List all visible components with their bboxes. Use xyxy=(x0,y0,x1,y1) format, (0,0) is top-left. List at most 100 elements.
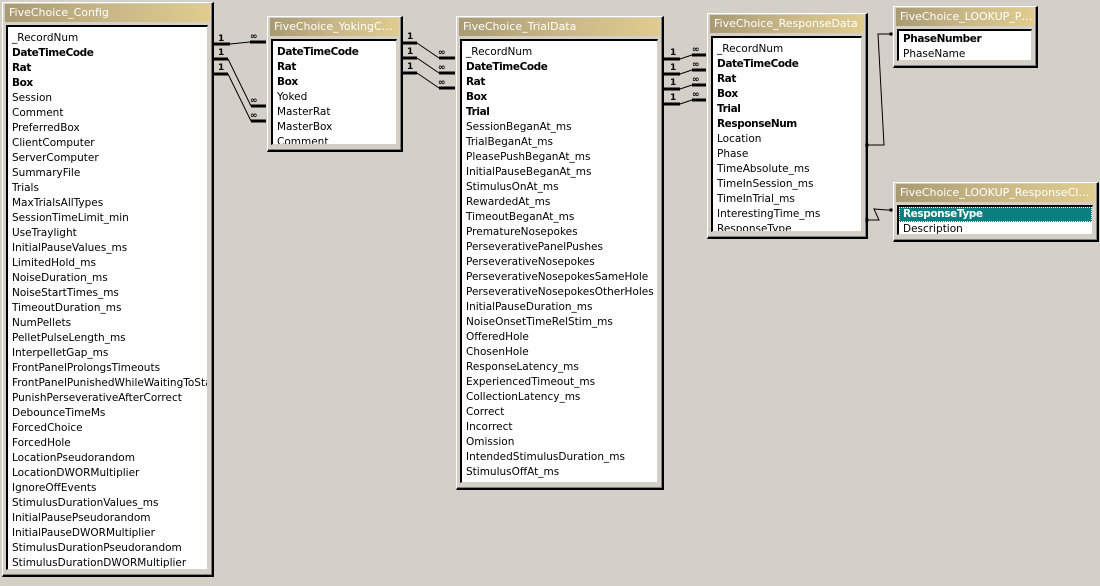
field-locationdwormultiplier[interactable]: LocationDWORMultiplier xyxy=(8,466,207,481)
field-pleasepushbeganat-ms[interactable]: PleasePushBeganAt_ms xyxy=(462,150,657,165)
field-rat[interactable]: Rat xyxy=(462,75,657,90)
relationship-response-lookup-responseclassif[interactable] xyxy=(865,208,893,222)
field-usetraylight[interactable]: UseTraylight xyxy=(8,226,207,241)
field-punishperseverativeaftercorrect[interactable]: PunishPerseverativeAfterCorrect xyxy=(8,391,207,406)
field-list[interactable]: DateTimeCode Rat Box Yoked MasterRat MasterBo… xyxy=(271,39,397,145)
field-responsetype[interactable]: ResponseType xyxy=(713,222,861,231)
field-box[interactable]: Box xyxy=(8,76,207,91)
field-frontpanelprolongstimeouts[interactable]: FrontPanelProlongsTimeouts xyxy=(8,361,207,376)
field-perseverativenosepokesotherholes[interactable]: PerseverativeNosepokesOtherHoles xyxy=(462,285,657,300)
relationship-trial-response-box[interactable] xyxy=(664,83,706,91)
table-title[interactable]: FiveChoice_LOOKUP_Ph... xyxy=(896,8,1034,26)
field-list[interactable]: PhaseNumber PhaseName xyxy=(897,29,1032,61)
field-stimulusoffat-ms[interactable]: StimulusOffAt_ms xyxy=(462,465,657,480)
field-datetimecode[interactable]: DateTimeCode xyxy=(273,45,396,60)
table-title[interactable]: FiveChoice_LOOKUP_ResponseClassif... xyxy=(896,184,1095,202)
field-comment[interactable]: Comment xyxy=(273,135,396,144)
field-stimulusdurationvalues-ms[interactable]: StimulusDurationValues_ms xyxy=(8,496,207,511)
field-phasename[interactable]: PhaseName xyxy=(899,47,1031,60)
field-location[interactable]: Location xyxy=(713,132,861,147)
relationship-trial-response-datetimecode[interactable] xyxy=(664,53,706,61)
field-pelletpulselength-ms[interactable]: PelletPulseLength_ms xyxy=(8,331,207,346)
field-box[interactable]: Box xyxy=(273,75,396,90)
field-stimulusdurationdwormultiplier[interactable]: StimulusDurationDWORMultiplier xyxy=(8,556,207,569)
field-timeinsession-ms[interactable]: TimeInSession_ms xyxy=(713,177,861,192)
field-datetimecode[interactable]: DateTimeCode xyxy=(8,46,207,61)
field-correct[interactable]: Correct xyxy=(462,405,657,420)
field-list[interactable]: _RecordNum DateTimeCode Rat Box Trial Session… xyxy=(460,39,658,483)
field-noisestarttimes-ms[interactable]: NoiseStartTimes_ms xyxy=(8,286,207,301)
field-yoked[interactable]: Yoked xyxy=(273,90,396,105)
field-responselatency-ms[interactable]: ResponseLatency_ms xyxy=(462,360,657,375)
field-rat[interactable]: Rat xyxy=(273,60,396,75)
field-forcedhole[interactable]: ForcedHole xyxy=(8,436,207,451)
field-list[interactable]: _RecordNum DateTimeCode Rat Box Trial Respons… xyxy=(711,36,862,232)
field-perseverativenosepokessamehole[interactable]: PerseverativeNosepokesSameHole xyxy=(462,270,657,285)
field-numpellets[interactable]: NumPellets xyxy=(8,316,207,331)
field-clientcomputer[interactable]: ClientComputer xyxy=(8,136,207,151)
field-perseverativepanelpushes[interactable]: PerseverativePanelPushes xyxy=(462,240,657,255)
field-locationpseudorandom[interactable]: LocationPseudorandom xyxy=(8,451,207,466)
field-servercomputer[interactable]: ServerComputer xyxy=(8,151,207,166)
field-chosenhole[interactable]: ChosenHole xyxy=(462,345,657,360)
field-debouncetimems[interactable]: DebounceTimeMs xyxy=(8,406,207,421)
field-masterrat[interactable]: MasterRat xyxy=(273,105,396,120)
field-recordnum[interactable]: _RecordNum xyxy=(462,45,657,60)
field-comment[interactable]: Comment xyxy=(8,106,207,121)
relationship-config-yoking-datetimecode[interactable] xyxy=(214,40,266,46)
field-intendedstimulusduration-ms[interactable]: IntendedStimulusDuration_ms xyxy=(462,450,657,465)
field-responsenum[interactable]: ResponseNum xyxy=(713,117,861,132)
field-frontpanelpunishedwhilewaitingtostart[interactable]: FrontPanelPunishedWhileWaitingToStart xyxy=(8,376,207,391)
field-noiseduration-ms[interactable]: NoiseDuration_ms xyxy=(8,271,207,286)
table-title[interactable]: FiveChoice_TrialData xyxy=(459,18,660,36)
field-initialpausepseudorandom[interactable]: InitialPausePseudorandom xyxy=(8,511,207,526)
field-datetimecode[interactable]: DateTimeCode xyxy=(462,60,657,75)
field-recordnum[interactable]: _RecordNum xyxy=(713,42,861,57)
field-rewardedat-ms[interactable]: RewardedAt_ms xyxy=(462,195,657,210)
field-sessiontimelimit-min[interactable]: SessionTimeLimit_min xyxy=(8,211,207,226)
relationship-config-yoking-masterbox[interactable] xyxy=(214,72,266,123)
relationship-yoking-trial-rat[interactable] xyxy=(403,56,455,75)
table-fivechoice-lookup-responseclassif[interactable]: FiveChoice_LOOKUP_ResponseClassif... Res… xyxy=(893,182,1099,242)
table-fivechoice-config[interactable]: FiveChoice_Config _RecordNum DateTimeCode… xyxy=(2,2,214,577)
field-trials[interactable]: Trials xyxy=(8,181,207,196)
field-datetimecode[interactable]: DateTimeCode xyxy=(713,57,861,72)
table-title[interactable]: FiveChoice_YokingConfig xyxy=(270,18,399,36)
table-fivechoice-responsedata[interactable]: FiveChoice_ResponseData _RecordNum DateTi… xyxy=(707,13,868,239)
field-list[interactable]: _RecordNum DateTimeCode Rat Box Session Comme… xyxy=(6,25,208,570)
field-box[interactable]: Box xyxy=(462,90,657,105)
relationship-yoking-trial-box[interactable] xyxy=(403,71,455,90)
field-stimulusonat-ms[interactable]: StimulusOnAt_ms xyxy=(462,180,657,195)
field-trialbeganat-ms[interactable]: TrialBeganAt_ms xyxy=(462,135,657,150)
field-initialpausebeganat-ms[interactable]: InitialPauseBeganAt_ms xyxy=(462,165,657,180)
table-title[interactable]: FiveChoice_Config xyxy=(5,4,210,22)
field-experiencedtimeout-ms[interactable]: ExperiencedTimeout_ms xyxy=(462,375,657,390)
field-trial[interactable]: Trial xyxy=(713,102,861,117)
field-maxtrialsalltypes[interactable]: MaxTrialsAllTypes xyxy=(8,196,207,211)
field-limitedhold-ms[interactable]: LimitedHold_ms xyxy=(8,256,207,271)
table-fivechoice-trialdata[interactable]: FiveChoice_TrialData _RecordNum DateTimeC… xyxy=(456,16,664,490)
field-summaryfile[interactable]: SummaryFile xyxy=(8,166,207,181)
field-timeoutduration-ms[interactable]: TimeoutDuration_ms xyxy=(8,301,207,316)
field-trial[interactable]: Trial xyxy=(462,105,657,120)
field-timeoutbeganat-ms[interactable]: TimeoutBeganAt_ms xyxy=(462,210,657,225)
field-collectionlatency-ms[interactable]: CollectionLatency_ms xyxy=(462,390,657,405)
field-timeabsolute-ms[interactable]: TimeAbsolute_ms xyxy=(713,162,861,177)
field-phase[interactable]: Phase xyxy=(713,147,861,162)
field-phasenumber[interactable]: PhaseNumber xyxy=(899,32,1031,47)
field-forcedchoice[interactable]: ForcedChoice xyxy=(8,421,207,436)
field-initialpauseduration-ms[interactable]: InitialPauseDuration_ms xyxy=(462,300,657,315)
relationship-trial-response-rat[interactable] xyxy=(664,68,706,76)
field-preferredbox[interactable]: PreferredBox xyxy=(8,121,207,136)
field-recordnum[interactable]: _RecordNum xyxy=(8,31,207,46)
field-rat[interactable]: Rat xyxy=(8,61,207,76)
field-omission[interactable]: Omission xyxy=(462,435,657,450)
field-session[interactable]: Session xyxy=(8,91,207,106)
field-timeintrial-ms[interactable]: TimeInTrial_ms xyxy=(713,192,861,207)
field-sessionbeganat-ms[interactable]: SessionBeganAt_ms xyxy=(462,120,657,135)
table-fivechoice-yokingconfig[interactable]: FiveChoice_YokingConfig DateTimeCode Rat B… xyxy=(267,16,403,152)
table-title[interactable]: FiveChoice_ResponseData xyxy=(710,15,864,33)
field-masterbox[interactable]: MasterBox xyxy=(273,120,396,135)
field-offeredhole[interactable]: OfferedHole xyxy=(462,330,657,345)
field-interestingtime-ms[interactable]: InterestingTime_ms xyxy=(713,207,861,222)
